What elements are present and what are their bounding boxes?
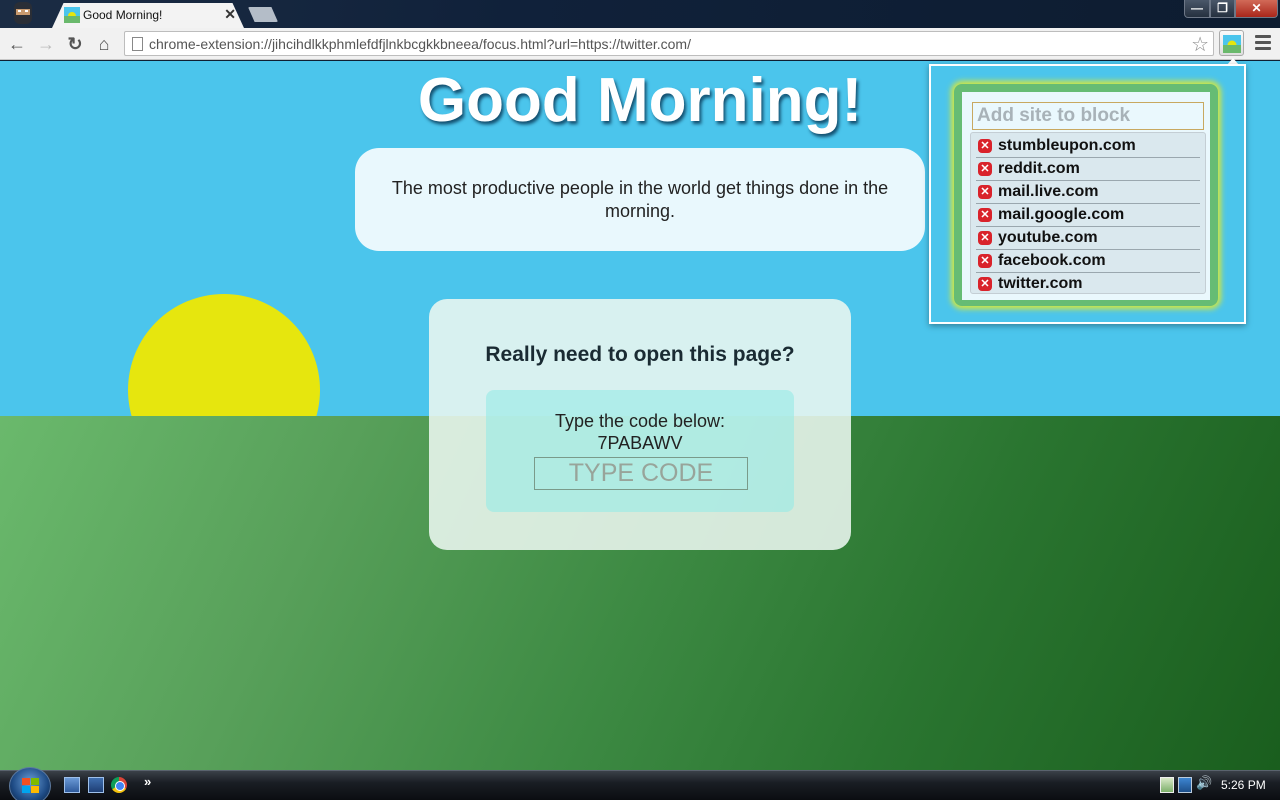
site-name: stumbleupon.com xyxy=(998,137,1136,154)
code-panel: Type the code below: 7PABAWV xyxy=(486,390,794,512)
reload-icon: ↻ xyxy=(67,34,83,54)
bookmark-star-icon[interactable]: ☆ xyxy=(1191,32,1209,57)
back-button[interactable]: ← xyxy=(5,32,29,56)
code-label: Type the code below: xyxy=(554,411,726,431)
switch-windows-icon[interactable] xyxy=(88,777,104,793)
user-avatar-icon[interactable] xyxy=(8,0,38,26)
restore-icon: ❐ xyxy=(1217,1,1228,15)
extension-button[interactable] xyxy=(1219,30,1244,56)
page-icon xyxy=(132,37,143,51)
tab-title: Good Morning! xyxy=(83,8,163,22)
windows-taskbar: » 🔊 5:26 PM xyxy=(0,767,1280,800)
minimize-icon: — xyxy=(1191,1,1203,15)
site-name: youtube.com xyxy=(998,229,1098,246)
reload-button[interactable]: ↻ xyxy=(63,32,87,56)
power-icon[interactable] xyxy=(1160,777,1174,793)
window-close-button[interactable]: ✕ xyxy=(1235,0,1278,18)
home-button[interactable]: ⌂ xyxy=(92,32,116,56)
remove-site-icon[interactable]: ✕ xyxy=(978,208,992,222)
chrome-icon[interactable] xyxy=(111,777,127,793)
url-text[interactable]: chrome-extension://jihcihdlkkphmlefdfjln… xyxy=(149,36,691,52)
close-icon: ✕ xyxy=(1251,1,1262,15)
network-icon[interactable] xyxy=(1178,777,1192,793)
site-name: twitter.com xyxy=(998,275,1083,292)
blocked-site-item: ✕ reddit.com xyxy=(976,158,1200,181)
browser-tab-active[interactable]: Good Morning! ✕ xyxy=(52,3,244,28)
confirm-card: Really need to open this page? Type the … xyxy=(429,299,851,550)
hamburger-icon[interactable] xyxy=(1255,35,1271,51)
extension-popup: ✕ stumbleupon.com ✕ reddit.com ✕ mail.li… xyxy=(929,64,1246,324)
blocked-site-item: ✕ youtube.com xyxy=(976,227,1200,250)
show-desktop-icon[interactable] xyxy=(64,777,80,793)
blocked-site-item: ✕ mail.live.com xyxy=(976,181,1200,204)
arrow-left-icon: ← xyxy=(8,34,26,54)
taskbar-clock[interactable]: 5:26 PM xyxy=(1221,778,1266,792)
blocked-site-item: ✕ facebook.com xyxy=(976,250,1200,273)
remove-site-icon[interactable]: ✕ xyxy=(978,139,992,153)
blocked-site-item: ✕ stumbleupon.com xyxy=(976,135,1200,158)
windows-logo-icon xyxy=(22,778,40,794)
popup-frame: ✕ stumbleupon.com ✕ reddit.com ✕ mail.li… xyxy=(954,84,1218,306)
browser-toolbar: ← → ↻ ⌂ chrome-extension://jihcihdlkkphm… xyxy=(0,28,1280,60)
confirm-title: Really need to open this page? xyxy=(485,343,795,366)
sunrise-icon xyxy=(1223,35,1241,53)
remove-site-icon[interactable]: ✕ xyxy=(978,185,992,199)
blocked-site-item: ✕ mail.google.com xyxy=(976,204,1200,227)
site-name: facebook.com xyxy=(998,252,1106,269)
site-name: mail.live.com xyxy=(998,183,1099,200)
new-tab-button[interactable] xyxy=(248,7,278,22)
start-button[interactable] xyxy=(9,767,51,800)
arrow-right-icon: → xyxy=(37,34,55,54)
remove-site-icon[interactable]: ✕ xyxy=(978,277,992,291)
window-titlebar: Good Morning! ✕ — ❐ ✕ xyxy=(0,0,1280,28)
address-bar[interactable]: chrome-extension://jihcihdlkkphmlefdfjln… xyxy=(124,31,1214,56)
unlock-code: 7PABAWV xyxy=(597,433,683,453)
sunrise-icon xyxy=(64,7,80,23)
window-restore-button[interactable]: ❐ xyxy=(1210,0,1235,18)
add-site-input[interactable] xyxy=(972,102,1204,130)
forward-button[interactable]: → xyxy=(34,32,58,56)
popup-inner: ✕ stumbleupon.com ✕ reddit.com ✕ mail.li… xyxy=(962,92,1210,300)
blocked-site-item: ✕ twitter.com xyxy=(976,273,1200,296)
window-minimize-button[interactable]: — xyxy=(1184,0,1210,18)
remove-site-icon[interactable]: ✕ xyxy=(978,231,992,245)
site-name: mail.google.com xyxy=(998,206,1125,223)
blocked-sites-list: ✕ stumbleupon.com ✕ reddit.com ✕ mail.li… xyxy=(970,132,1206,294)
code-input[interactable] xyxy=(534,457,748,490)
quote-text: The most productive people in the world … xyxy=(391,178,889,221)
remove-site-icon[interactable]: ✕ xyxy=(978,162,992,176)
site-name: reddit.com xyxy=(998,160,1080,177)
home-icon: ⌂ xyxy=(98,34,110,54)
tab-close-icon[interactable]: ✕ xyxy=(224,6,236,23)
quote-card: The most productive people in the world … xyxy=(355,148,925,251)
quicklaunch-more-icon[interactable]: » xyxy=(144,774,151,789)
remove-site-icon[interactable]: ✕ xyxy=(978,254,992,268)
volume-icon[interactable]: 🔊 xyxy=(1196,775,1212,791)
